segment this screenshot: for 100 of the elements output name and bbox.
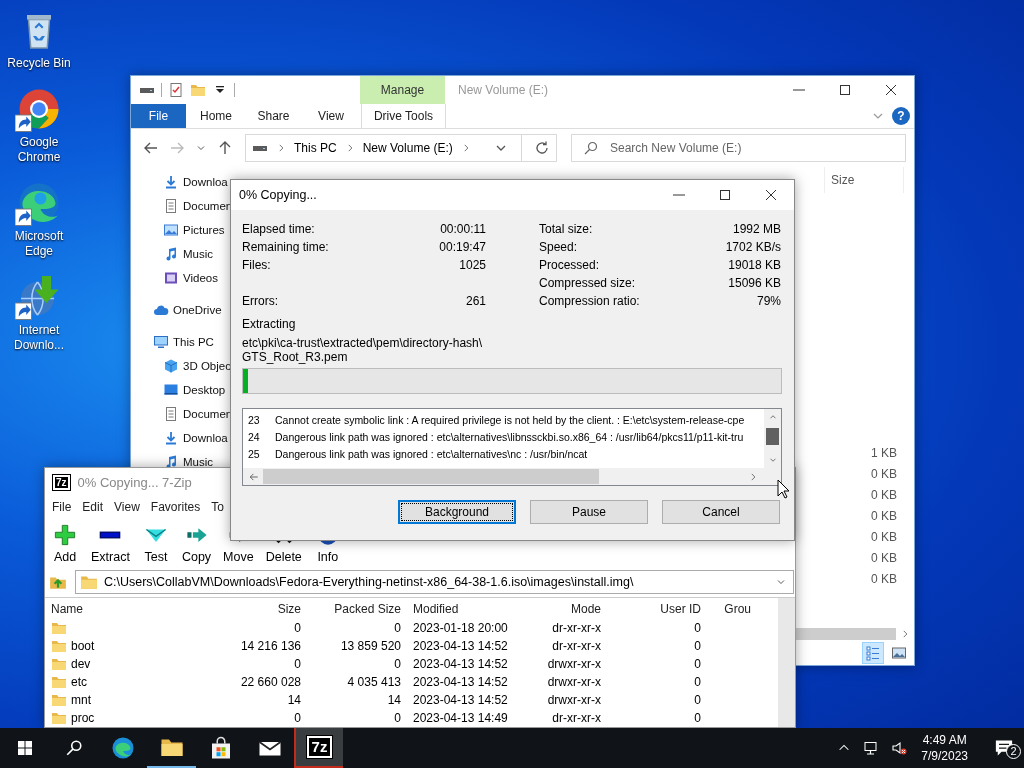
folder-icon bbox=[80, 573, 98, 591]
column-header[interactable]: User ID bbox=[601, 601, 701, 616]
column-header[interactable]: Size bbox=[231, 601, 301, 616]
stat-value: 19018 KB bbox=[728, 258, 781, 272]
address-bar[interactable]: This PC New Volume (E:) bbox=[245, 134, 557, 162]
desktop-icon-label[interactable]: Recycle Bin bbox=[2, 56, 76, 71]
file-size: 0 KB bbox=[871, 467, 897, 481]
desktop-icon-label[interactable]: Internet Downlo... bbox=[2, 323, 76, 353]
toolbar-button[interactable]: Copy bbox=[177, 524, 216, 564]
nav-item[interactable]: Downloa bbox=[183, 176, 228, 188]
toolbar-button[interactable]: Extract bbox=[87, 524, 134, 564]
ribbon-tab[interactable]: Home bbox=[186, 104, 246, 128]
chevron-icon[interactable] bbox=[900, 629, 910, 639]
ribbon-tab[interactable]: Share bbox=[246, 104, 301, 128]
table-cell-text: 0 bbox=[693, 711, 701, 725]
stat-value: 1702 KB/s bbox=[725, 240, 781, 254]
menu-item[interactable]: To bbox=[211, 500, 224, 514]
menu-item[interactable]: Edit bbox=[82, 500, 104, 514]
table-cell-text: 4 035 413 bbox=[346, 675, 401, 689]
download-icon bbox=[163, 430, 179, 446]
nav-item[interactable]: 3D Objec bbox=[183, 360, 231, 372]
nav-item[interactable]: Music bbox=[183, 456, 214, 468]
toolbar-button[interactable]: Test bbox=[137, 524, 174, 564]
scrollbar[interactable] bbox=[778, 598, 795, 727]
stat-value: 1992 MB bbox=[732, 222, 781, 236]
chevron-icon[interactable] bbox=[748, 471, 758, 482]
table-cell-text: 0 bbox=[293, 657, 301, 671]
refresh-icon[interactable] bbox=[534, 140, 550, 156]
search-field[interactable]: Search New Volume (E:) bbox=[571, 134, 906, 162]
notification-count: 2 bbox=[1006, 744, 1021, 759]
column-header[interactable]: Packed Size bbox=[301, 601, 401, 616]
search-icon bbox=[583, 140, 599, 156]
table-cell-text: 14 bbox=[386, 693, 401, 707]
file-path: GTS_Root_R3.pem bbox=[242, 350, 349, 364]
column-header[interactable]: Size bbox=[824, 167, 904, 193]
stat-label: Compressed size: bbox=[539, 276, 636, 290]
help-button[interactable]: ? bbox=[892, 107, 910, 125]
clock-time[interactable]: 4:49 AM bbox=[922, 732, 967, 748]
ribbon-tab[interactable]: View bbox=[301, 104, 361, 128]
up-arrow-icon[interactable] bbox=[217, 140, 233, 156]
file-name: etc bbox=[71, 675, 87, 689]
column-header[interactable]: Name bbox=[51, 601, 231, 616]
context-tab-header: Manage bbox=[360, 76, 445, 104]
scrollbar-thumb[interactable] bbox=[263, 469, 599, 484]
log-message: Cannot create symbolic link : A required privilege is not held by the client. : E:\etc\system-release-cpe bbox=[275, 413, 745, 426]
file-size: 0 KB bbox=[871, 509, 897, 523]
table-cell-text: 0 bbox=[693, 621, 701, 635]
path-field[interactable]: C:\Users\CollabVM\Downloads\Fedora-Everything-netinst-x86_64-38-1.6.iso\images\install.img\ bbox=[75, 570, 794, 594]
search-icon[interactable] bbox=[64, 739, 83, 757]
stat-value: 261 bbox=[465, 294, 486, 308]
toolbar-button[interactable]: Add bbox=[47, 524, 83, 564]
close-icon bbox=[883, 82, 899, 98]
table-cell-text: 0 bbox=[693, 657, 701, 671]
column-header[interactable]: Grou bbox=[701, 601, 751, 616]
scrollbar-thumb[interactable] bbox=[796, 628, 896, 640]
table-cell-text: 14 216 136 bbox=[239, 639, 301, 653]
nav-item[interactable]: Desktop bbox=[183, 384, 226, 396]
file-name: mnt bbox=[71, 693, 91, 707]
desktop-icon-label[interactable]: Google Chrome bbox=[2, 135, 76, 165]
dialog-button[interactable]: Pause bbox=[530, 500, 648, 524]
table-cell-text: dr-xr-xr-x bbox=[551, 639, 601, 653]
folder-icon bbox=[51, 692, 67, 708]
desktop-icon-label[interactable]: Microsoft Edge bbox=[2, 229, 76, 259]
table-cell-text: 2023-04-13 14:52 bbox=[412, 657, 509, 671]
scrollbar-thumb[interactable] bbox=[766, 428, 779, 445]
ribbon-tab[interactable]: Drive Tools bbox=[361, 104, 446, 128]
details-view-icon[interactable] bbox=[865, 645, 881, 661]
muted-speaker-icon[interactable] bbox=[891, 740, 908, 756]
breadcrumb-item[interactable]: New Volume (E:) bbox=[362, 141, 453, 155]
ribbon-tab[interactable]: File bbox=[131, 104, 186, 128]
file-size: 1 KB bbox=[871, 446, 897, 460]
preview-view-icon[interactable] bbox=[891, 645, 907, 661]
menu-item[interactable]: View bbox=[114, 500, 140, 514]
table-cell-text: 0 bbox=[393, 711, 401, 725]
log-message: Dangerous link path was ignored : etc\alternatives\libnssckbi.so.x86_64 : /usr/lib64/pkcs11/p11-kit-tru bbox=[275, 430, 744, 443]
file-path: etc\pki\ca-trust\extracted\pem\directory-hash\ bbox=[242, 336, 484, 350]
dialog-button[interactable]: Background bbox=[398, 500, 516, 524]
column-header[interactable]: Mode bbox=[521, 601, 601, 616]
column-header[interactable]: Modified bbox=[401, 601, 521, 616]
app-logo[interactable]: 7z bbox=[306, 736, 333, 758]
file-name: dev bbox=[71, 657, 91, 671]
breadcrumb-item[interactable]: This PC bbox=[294, 141, 337, 155]
clock-date[interactable]: 7/9/2023 bbox=[921, 748, 968, 764]
menu-item[interactable]: Favorites bbox=[150, 500, 201, 514]
nav-item[interactable]: Downloa bbox=[183, 432, 228, 444]
network-icon[interactable] bbox=[863, 740, 880, 756]
nav-item[interactable]: Pictures bbox=[183, 224, 225, 236]
windows-logo-icon[interactable] bbox=[16, 740, 33, 756]
menu-item[interactable]: File bbox=[52, 500, 72, 514]
nav-item[interactable]: Music bbox=[183, 248, 214, 260]
edge-icon[interactable] bbox=[110, 736, 135, 760]
back-arrow-icon[interactable] bbox=[143, 140, 159, 156]
checklist-icon[interactable] bbox=[168, 82, 184, 98]
dialog-button[interactable]: Cancel bbox=[662, 500, 780, 524]
stat-label: Errors: bbox=[242, 294, 278, 308]
stat-value: 15096 KB bbox=[728, 276, 781, 290]
nav-item[interactable]: OneDrive bbox=[173, 304, 222, 316]
nav-item[interactable]: This PC bbox=[173, 336, 214, 348]
nav-item[interactable]: Videos bbox=[183, 272, 218, 284]
folder-icon bbox=[51, 620, 67, 636]
